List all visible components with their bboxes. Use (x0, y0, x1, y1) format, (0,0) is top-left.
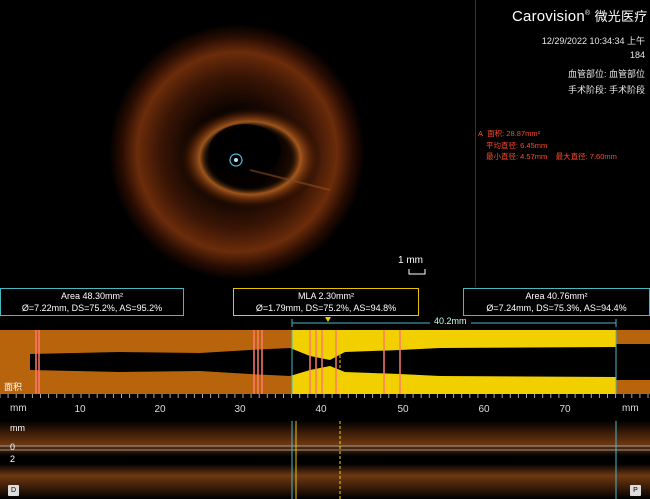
surgery-stage: 手术阶段: 手术阶段 (567, 85, 645, 95)
measurement-min-diameter: 最小直径: 4.57mm (486, 152, 548, 161)
mla-marker-icon (325, 317, 331, 322)
longitudinal-area-view[interactable]: 面积 (0, 330, 650, 394)
distance-axis: mm mm 10 20 30 40 50 60 70 (0, 394, 650, 421)
datetime-text: 12/29/2022 10:34:34 上午 (541, 36, 645, 46)
distal-marker-icon: D (8, 485, 19, 496)
length-bracket (291, 317, 617, 327)
measurement-area: A 面积: 28.87mm² (478, 128, 540, 139)
scale-bar-label: 1 mm (398, 255, 423, 266)
tick-label-20: 20 (154, 404, 166, 415)
left-area-title: Area 48.30mm² (60, 291, 124, 301)
length-label: 40.2mm (430, 316, 471, 326)
mla-box[interactable]: MLA 2.30mm² Ø=1.79mm, DS=75.2%, AS=94.8% (233, 288, 419, 316)
tick-label-50: 50 (397, 404, 409, 415)
axis-unit-left: mm (10, 403, 27, 414)
measurement-max-diameter: 最大直径: 7.60mm (555, 152, 617, 161)
axis-unit-right: mm (622, 403, 639, 414)
catheter-center-icon (234, 158, 238, 162)
right-area-detail: Ø=7.24mm, DS=75.3%, AS=94.4% (486, 303, 627, 313)
measurement-label: A (478, 129, 484, 138)
left-reference-box[interactable]: Area 48.30mm² Ø=7.22mm, DS=75.2%, AS=95.… (0, 288, 184, 316)
info-panel: Carovision® 微光医疗 12/29/2022 10:34:34 上午 … (475, 0, 650, 287)
brand-cn-name: 微光医疗 (594, 9, 648, 24)
mla-detail: Ø=1.79mm, DS=75.2%, AS=94.8% (255, 303, 397, 313)
scale-bar-icon (408, 269, 426, 275)
longitudinal-image (0, 421, 650, 499)
brand-registered: ® (584, 10, 591, 17)
depth-unit: mm (10, 423, 25, 433)
frame-number: 184 (629, 50, 645, 60)
oct-image (109, 24, 365, 280)
tick-label-30: 30 (234, 404, 246, 415)
vessel-location: 血管部位: 血管部位 (567, 69, 645, 79)
measurement-area-value: 面积: 28.87mm² (487, 129, 541, 138)
proximal-marker-icon: P (630, 485, 641, 496)
area-profile (30, 330, 650, 394)
tick-label-10: 10 (74, 404, 86, 415)
tick-label-40: 40 (315, 404, 327, 415)
lumen (209, 124, 281, 176)
oct-cross-section-view[interactable]: 1 mm (0, 0, 474, 287)
depth-two: 2 (10, 454, 16, 464)
tick-label-70: 70 (559, 404, 571, 415)
long-view-label: 面积 (4, 382, 23, 392)
measurement-min-max: 最小直径: 4.57mm 最大直径: 7.60mm (486, 151, 617, 162)
right-area-title: Area 40.76mm² (525, 291, 588, 301)
longitudinal-oct-view[interactable]: mm 0 2 D P (0, 421, 650, 499)
mla-title: MLA 2.30mm² (297, 291, 355, 301)
brand-logo: Carovision® 微光医疗 (512, 6, 647, 25)
depth-zero: 0 (10, 442, 16, 452)
brand-name: Carovision (512, 8, 585, 25)
measurement-mean-diameter: 平均直径: 6.45mm (486, 141, 548, 150)
tick-label-60: 60 (478, 404, 490, 415)
left-area-detail: Ø=7.22mm, DS=75.2%, AS=95.2% (21, 303, 163, 313)
right-reference-box[interactable]: Area 40.76mm² Ø=7.24mm, DS=75.3%, AS=94.… (463, 288, 650, 316)
